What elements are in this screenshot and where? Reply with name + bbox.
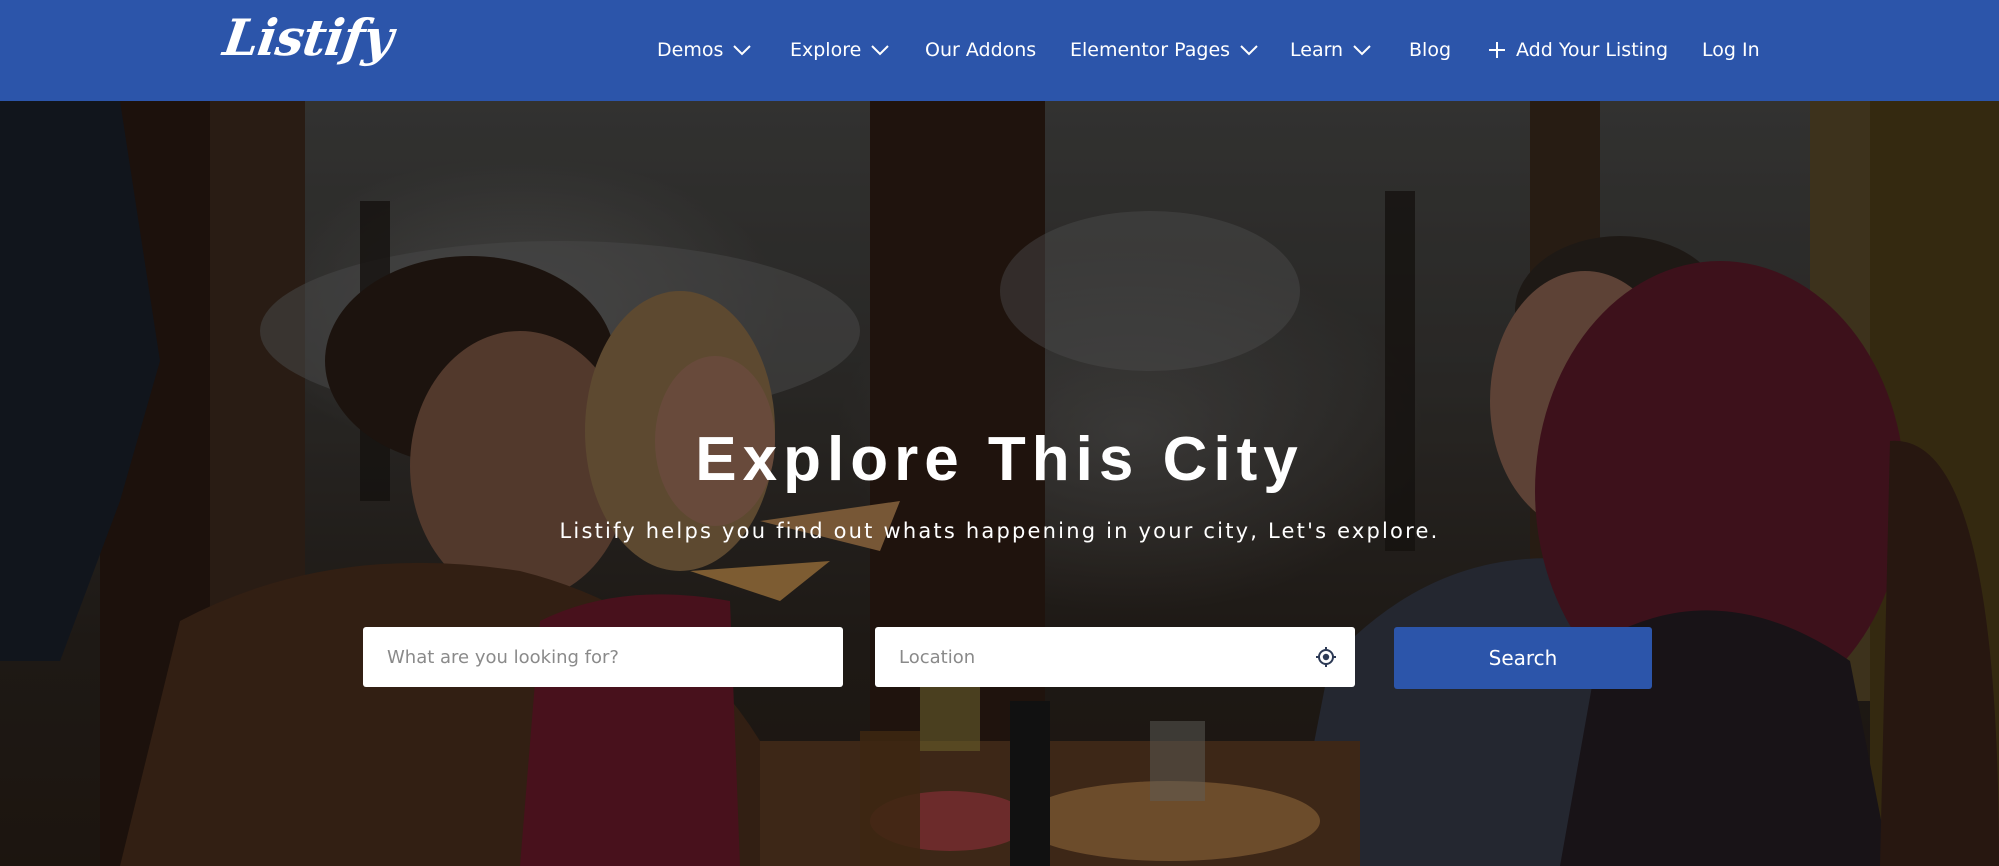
keyword-search-input[interactable] [363, 627, 843, 687]
nav-item-elementor-pages[interactable]: Elementor Pages [1070, 36, 1258, 64]
nav-item-our-addons[interactable]: Our Addons [925, 36, 1036, 64]
nav-item-label: Add Your Listing [1516, 39, 1669, 61]
nav-item-label: Blog [1409, 39, 1451, 61]
chevron-down-icon [871, 45, 890, 56]
hero-subtitle: Listify helps you find out whats happeni… [559, 519, 1440, 543]
hero-section: Explore This City Listify helps you find… [0, 101, 1999, 866]
nav-item-label: Log In [1702, 39, 1760, 61]
nav-item-demos[interactable]: Demos [657, 36, 752, 64]
nav-item-explore[interactable]: Explore [790, 36, 890, 64]
nav-item-learn[interactable]: Learn [1290, 36, 1371, 64]
hero-title: Explore This City [695, 425, 1304, 494]
nav-item-add-listing[interactable]: Add Your Listing [1488, 36, 1668, 64]
nav-item-label: Elementor Pages [1070, 39, 1231, 61]
nav-item-label: Demos [657, 39, 724, 61]
chevron-down-icon [1353, 45, 1371, 56]
nav-item-log-in[interactable]: Log In [1702, 36, 1760, 64]
main-nav: Demos Explore Our Addons Elementor Pages… [0, 0, 1999, 101]
chevron-down-icon [1240, 45, 1258, 56]
plus-icon [1489, 42, 1505, 58]
locate-icon[interactable] [1316, 647, 1336, 667]
location-input[interactable] [875, 627, 1355, 687]
nav-item-blog[interactable]: Blog [1409, 36, 1451, 64]
chevron-down-icon [733, 45, 752, 56]
top-navigation-bar: Listify Demos Explore Our Addons Element… [0, 0, 1999, 101]
search-button[interactable]: Search [1394, 627, 1652, 689]
nav-item-label: Our Addons [925, 39, 1037, 61]
nav-item-label: Explore [790, 39, 862, 61]
nav-item-label: Learn [1290, 39, 1344, 61]
